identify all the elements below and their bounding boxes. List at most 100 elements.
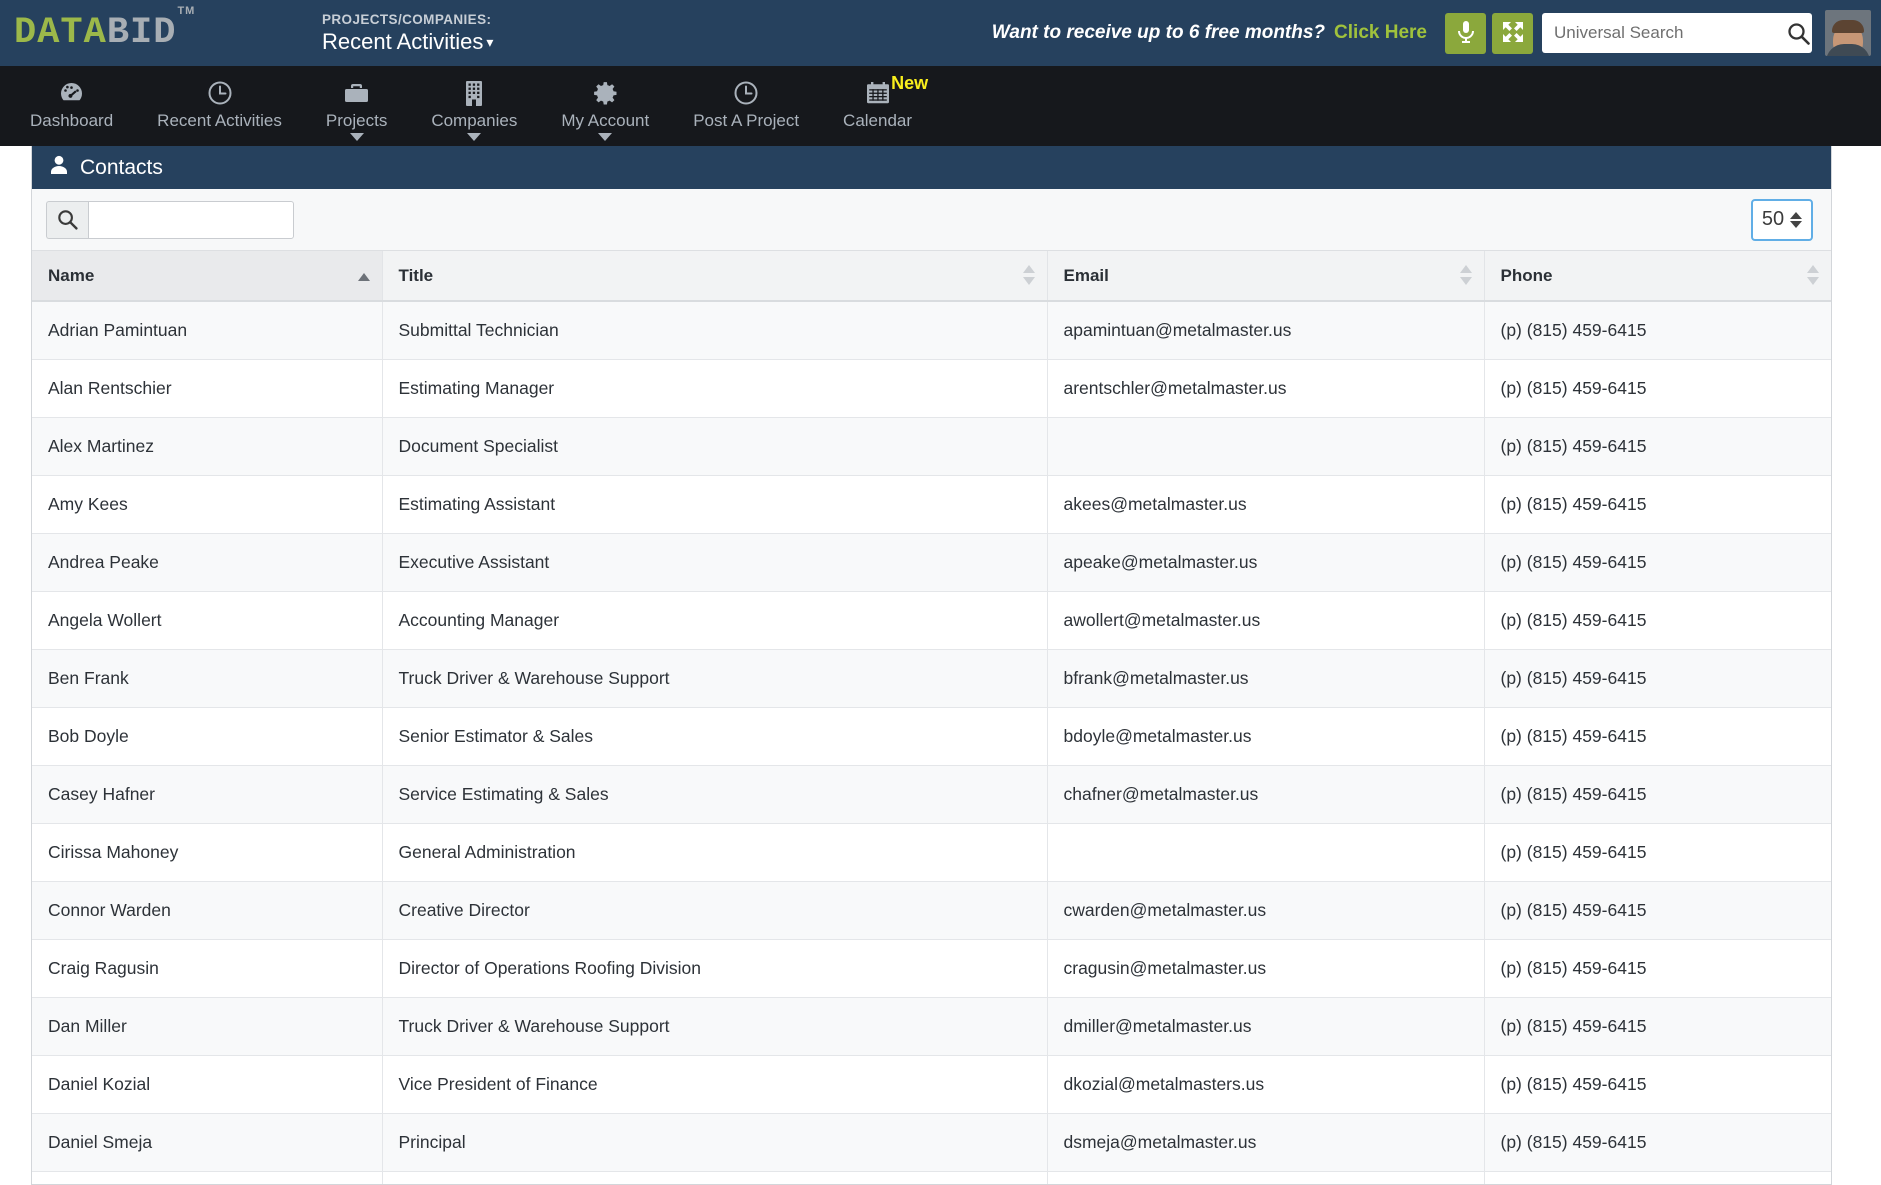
- table-header-row: Name Title Email Phone: [32, 251, 1831, 301]
- nav-item-projects[interactable]: Projects: [304, 66, 409, 141]
- search-icon[interactable]: [46, 201, 88, 239]
- contact-phone: (p) (815) 459-6415: [1484, 591, 1831, 649]
- table-row[interactable]: Adrian PamintuanSubmittal Technicianapam…: [32, 301, 1831, 359]
- table-row[interactable]: Ben FrankTruck Driver & Warehouse Suppor…: [32, 649, 1831, 707]
- table-row[interactable]: Alan RentschierEstimating Managerarentsc…: [32, 359, 1831, 417]
- table-row[interactable]: Daniel KozialVice President of Financedk…: [32, 1055, 1831, 1113]
- universal-search[interactable]: [1542, 13, 1812, 53]
- contact-email: cwarden@metalmaster.us: [1047, 881, 1484, 939]
- table-row[interactable]: Andrea PeakeExecutive Assistantapeake@me…: [32, 533, 1831, 591]
- page-size-value: 50: [1762, 208, 1784, 231]
- contact-email: chafner@metalmaster.us: [1047, 765, 1484, 823]
- column-label-title: Title: [399, 266, 434, 285]
- contact-email: dbordenkircher@metalmaster.us: [1047, 1171, 1484, 1184]
- table-search-group[interactable]: [46, 201, 294, 239]
- nav-item-dashboard[interactable]: Dashboard: [8, 66, 135, 131]
- avatar[interactable]: [1825, 10, 1871, 56]
- contact-title: Director of Operations Roofing Division: [382, 939, 1047, 997]
- contact-name: Daniel Smeja: [32, 1113, 382, 1171]
- breadcrumb[interactable]: PROJECTS/COMPANIES: Recent Activities▾: [300, 12, 493, 55]
- table-row[interactable]: Dan MillerTruck Driver & Warehouse Suppo…: [32, 997, 1831, 1055]
- sort-unsorted-icon: [1023, 265, 1035, 285]
- contact-title: Creative Director: [382, 881, 1047, 939]
- column-header-email[interactable]: Email: [1047, 251, 1484, 301]
- expand-button[interactable]: [1492, 13, 1533, 54]
- nav-item-my-account[interactable]: My Account: [539, 66, 671, 141]
- contact-email: bdoyle@metalmaster.us: [1047, 707, 1484, 765]
- microphone-button[interactable]: [1445, 13, 1486, 54]
- table-row[interactable]: Connor WardenCreative Directorcwarden@me…: [32, 881, 1831, 939]
- main-navigation: Dashboard Recent Activities Projects Com…: [0, 66, 1881, 146]
- contact-phone: (p) (815) 459-6415: [1484, 475, 1831, 533]
- sort-unsorted-icon: [1460, 265, 1472, 285]
- contacts-panel: Contacts 50: [31, 146, 1832, 1185]
- contacts-toolbar: 50: [32, 189, 1831, 251]
- column-header-phone[interactable]: Phone: [1484, 251, 1831, 301]
- table-row[interactable]: Daniel SmejaPrincipaldsmeja@metalmaster.…: [32, 1113, 1831, 1171]
- contact-title: Truck Driver & Warehouse Support: [382, 997, 1047, 1055]
- dashboard-gauge-icon: [58, 78, 85, 108]
- chevron-down-icon: [598, 133, 612, 141]
- table-search-input[interactable]: [88, 201, 294, 239]
- column-header-title[interactable]: Title: [382, 251, 1047, 301]
- breadcrumb-current-label: Recent Activities: [322, 29, 483, 54]
- contacts-panel-header: Contacts: [32, 146, 1831, 189]
- contact-title: Executive Assistant Administrative & Sal…: [382, 1171, 1047, 1184]
- contact-name: Casey Hafner: [32, 765, 382, 823]
- contact-name: Ben Frank: [32, 649, 382, 707]
- contacts-table-scroll[interactable]: Name Title Email Phone: [32, 251, 1831, 1184]
- nav-item-companies[interactable]: Companies: [409, 66, 539, 141]
- logo-text-data: DATA: [14, 12, 107, 54]
- table-row[interactable]: Casey HafnerService Estimating & Salesch…: [32, 765, 1831, 823]
- top-header: DATABIDTM PROJECTS/COMPANIES: Recent Act…: [0, 0, 1881, 66]
- contact-name: Angela Wollert: [32, 591, 382, 649]
- search-input[interactable]: [1542, 13, 1787, 53]
- contact-name: Connor Warden: [32, 881, 382, 939]
- contact-title: Principal: [382, 1113, 1047, 1171]
- contact-name: Adrian Pamintuan: [32, 301, 382, 359]
- contact-email: awollert@metalmaster.us: [1047, 591, 1484, 649]
- breadcrumb-current[interactable]: Recent Activities▾: [322, 29, 493, 54]
- brand-logo[interactable]: DATABIDTM: [0, 15, 300, 52]
- logo-text: DATABIDTM: [14, 15, 194, 52]
- promo-banner: Want to receive up to 6 free months? Cli…: [992, 22, 1445, 44]
- table-row[interactable]: Amy KeesEstimating Assistantakees@metalm…: [32, 475, 1831, 533]
- contact-phone: (p) (815) 459-6415: [1484, 359, 1831, 417]
- calendar-icon: [865, 78, 891, 108]
- contact-email: [1047, 823, 1484, 881]
- nav-item-calendar[interactable]: New Calendar: [821, 66, 934, 131]
- table-row[interactable]: Cirissa MahoneyGeneral Administration(p)…: [32, 823, 1831, 881]
- table-row[interactable]: Bob DoyleSenior Estimator & Salesbdoyle@…: [32, 707, 1831, 765]
- nav-label-companies: Companies: [431, 111, 517, 131]
- contact-name: Daniel Kozial: [32, 1055, 382, 1113]
- promo-click-here-link[interactable]: Click Here: [1334, 22, 1427, 44]
- table-row[interactable]: Craig RagusinDirector of Operations Roof…: [32, 939, 1831, 997]
- clock-icon: [207, 78, 233, 108]
- table-row[interactable]: Alex MartinezDocument Specialist(p) (815…: [32, 417, 1831, 475]
- person-icon: [50, 155, 68, 180]
- contact-phone: (p) (815) 459-6415: [1484, 823, 1831, 881]
- contact-phone: (p) (815) 459-6415: [1484, 301, 1831, 359]
- column-header-name[interactable]: Name: [32, 251, 382, 301]
- contact-phone: (p) (815) 459-6415: [1484, 649, 1831, 707]
- nav-item-recent-activities[interactable]: Recent Activities: [135, 66, 304, 131]
- stepper-arrows-icon: [1790, 212, 1802, 228]
- contact-title: Estimating Manager: [382, 359, 1047, 417]
- contact-name: Craig Ragusin: [32, 939, 382, 997]
- search-icon[interactable]: [1787, 22, 1822, 45]
- nav-item-post-a-project[interactable]: Post A Project: [671, 66, 821, 131]
- contact-name: Alan Rentschier: [32, 359, 382, 417]
- contact-email: dmiller@metalmaster.us: [1047, 997, 1484, 1055]
- expand-icon: [1502, 21, 1524, 46]
- chevron-down-icon: ▾: [486, 34, 493, 50]
- contact-email: cragusin@metalmaster.us: [1047, 939, 1484, 997]
- contact-phone: (p) (815) 459-6415: [1484, 707, 1831, 765]
- gear-icon: [592, 78, 619, 108]
- contact-email: dsmeja@metalmaster.us: [1047, 1113, 1484, 1171]
- table-row[interactable]: Danielle BordenkircherExecutive Assistan…: [32, 1171, 1831, 1184]
- table-row[interactable]: Angela WollertAccounting Managerawollert…: [32, 591, 1831, 649]
- contact-title: Submittal Technician: [382, 301, 1047, 359]
- contact-title: Estimating Assistant: [382, 475, 1047, 533]
- page-size-select[interactable]: 50: [1751, 199, 1813, 241]
- trademark-symbol: TM: [177, 5, 195, 17]
